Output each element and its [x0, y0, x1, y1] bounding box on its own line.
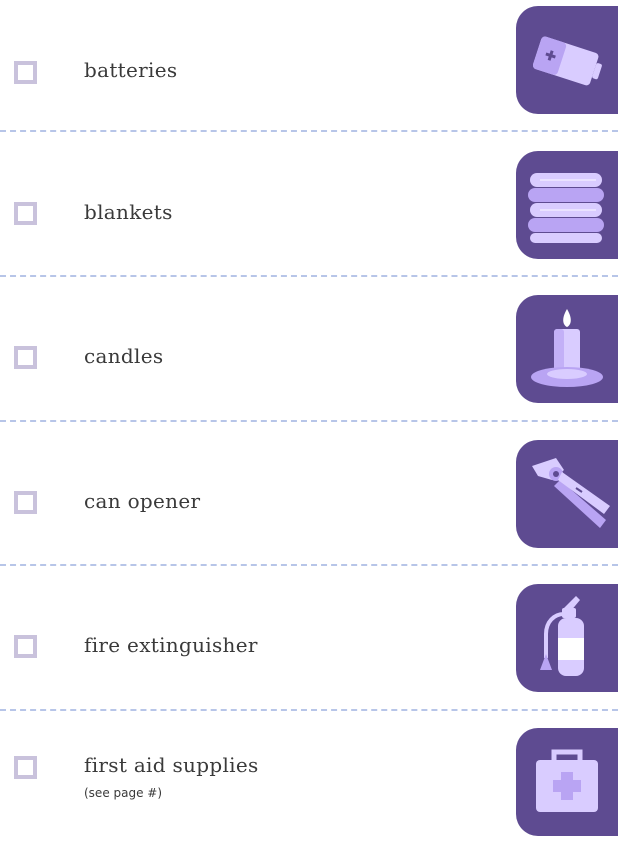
blankets-icon	[516, 151, 618, 259]
item-label: candles	[84, 344, 164, 368]
checkbox[interactable]	[14, 756, 37, 779]
item-label: blankets	[84, 200, 173, 224]
first-aid-kit-icon	[516, 728, 618, 836]
item-label: batteries	[84, 58, 178, 82]
checklist-item-first-aid-supplies: first aid supplies (see page #)	[0, 722, 618, 866]
checkbox[interactable]	[14, 61, 37, 84]
row-divider	[0, 709, 618, 711]
checklist-item-can-opener: can opener	[0, 434, 618, 578]
checkbox[interactable]	[14, 491, 37, 514]
row-divider	[0, 564, 618, 566]
can-opener-icon	[516, 440, 618, 548]
checkbox[interactable]	[14, 202, 37, 225]
item-note: (see page #)	[84, 786, 163, 800]
checklist-item-candles: candles	[0, 289, 618, 433]
row-divider	[0, 275, 618, 277]
checklist-item-batteries: batteries	[0, 0, 618, 144]
fire-extinguisher-icon	[516, 584, 618, 692]
item-label: fire extinguisher	[84, 633, 258, 657]
checkbox[interactable]	[14, 346, 37, 369]
item-label: can opener	[84, 489, 201, 513]
checklist-item-blankets: blankets	[0, 145, 618, 289]
item-label: first aid supplies	[84, 753, 259, 777]
checkbox[interactable]	[14, 635, 37, 658]
candle-icon	[516, 295, 618, 403]
checklist-item-fire-extinguisher: fire extinguisher	[0, 578, 618, 722]
row-divider	[0, 130, 618, 132]
row-divider	[0, 420, 618, 422]
battery-icon	[516, 6, 618, 114]
